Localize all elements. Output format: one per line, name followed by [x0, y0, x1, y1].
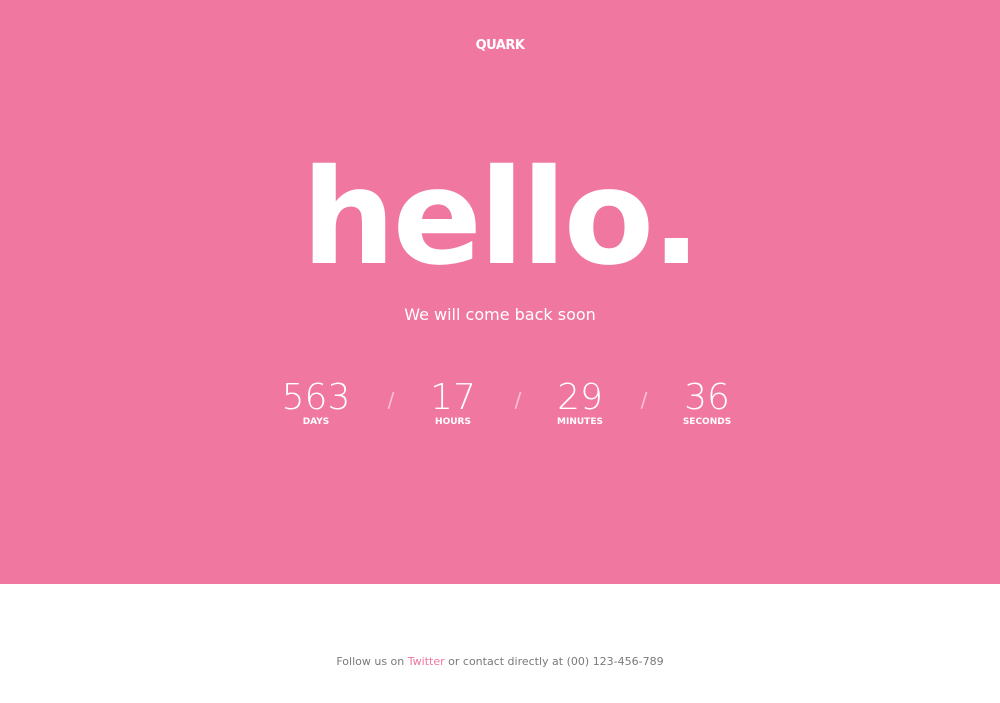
footer-contact-text: Follow us on Twitter or contact directly… — [0, 655, 1000, 668]
countdown-hours-value: 17 — [430, 377, 476, 418]
twitter-link[interactable]: Twitter — [408, 655, 445, 668]
countdown-hours-label: HOURS — [435, 417, 471, 427]
countdown-seconds-label: SECONDS — [682, 417, 732, 427]
countdown-seconds-value: 36 — [684, 377, 730, 418]
countdown-timer: 563 DAYS / 17 HOURS / 29 MINUTES / 36 SE… — [0, 376, 1000, 436]
footer-prefix: Follow us on — [336, 655, 405, 668]
countdown-seconds: 36 SECONDS — [647, 376, 767, 427]
countdown-minutes-label: MINUTES — [557, 417, 603, 427]
countdown-days-value: 563 — [281, 377, 351, 418]
countdown-minutes-value: 29 — [557, 377, 603, 418]
page-footer: Follow us on Twitter or contact directly… — [0, 584, 1000, 703]
hero-section: QUARK hello. We will come back soon 563 … — [0, 0, 1000, 584]
page-headline: hello. — [301, 141, 702, 295]
countdown-hours: 17 HOURS — [393, 376, 513, 427]
countdown-days-label: DAYS — [302, 417, 330, 427]
countdown-days: 563 DAYS — [256, 376, 376, 427]
site-logo[interactable]: QUARK — [0, 38, 1000, 53]
page-subtitle: We will come back soon — [404, 305, 596, 324]
countdown-minutes: 29 MINUTES — [520, 376, 640, 427]
footer-contact-info: or contact directly at (00) 123-456-789 — [448, 655, 664, 668]
